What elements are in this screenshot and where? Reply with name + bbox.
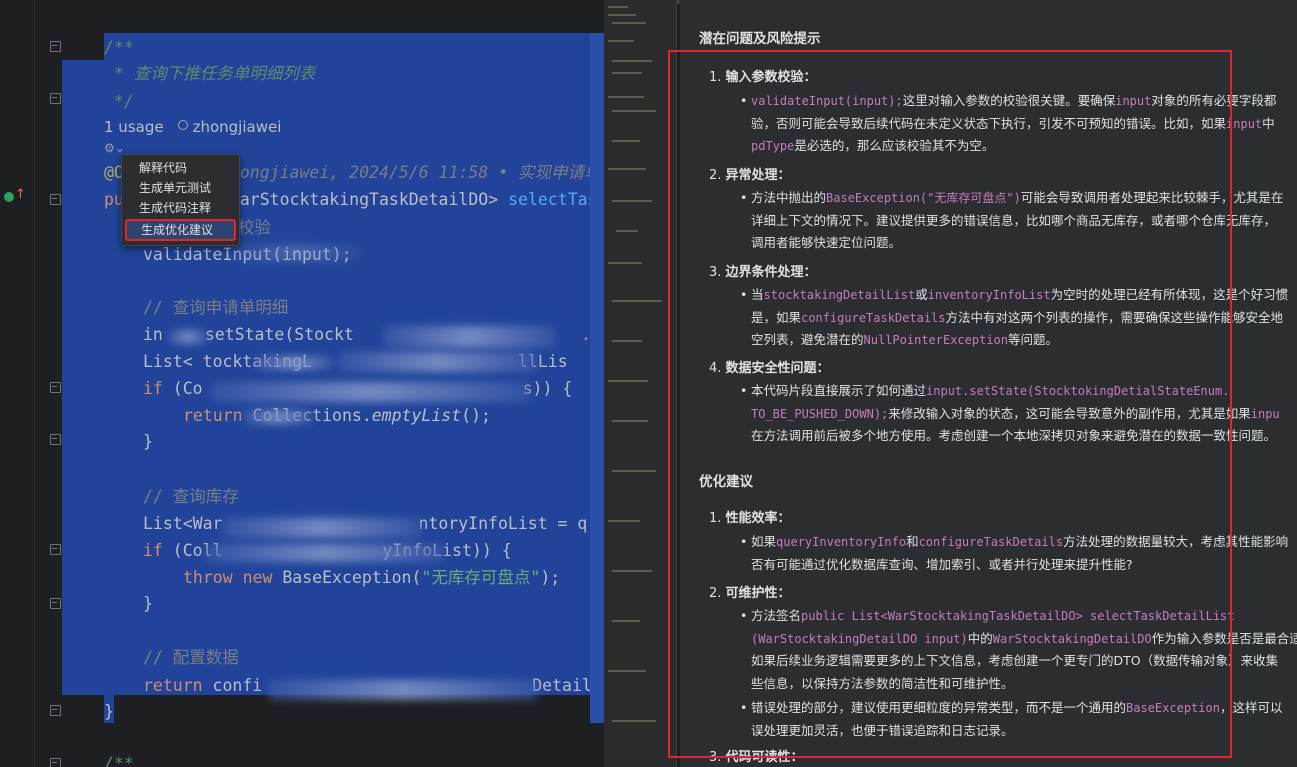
code-line: * 查询下推任务单明细列表: [104, 64, 315, 84]
usage-hint[interactable]: 1 usage zhongjiawei: [104, 118, 281, 136]
code-line: // 查询库存: [143, 487, 239, 506]
list-item-number: 4. 数据安全性问题：: [709, 361, 830, 376]
context-menu: 解释代码 生成单元测试 生成代码注释 生成优化建议: [121, 154, 240, 246]
return-type: arStocktakingTaskDetailDO>: [239, 190, 509, 209]
editor-scrollbar-highlight[interactable]: [590, 33, 604, 723]
fold-marker-icon[interactable]: [50, 598, 61, 609]
keyword: if: [143, 379, 163, 398]
fold-marker-icon[interactable]: [50, 434, 61, 445]
list-item-number: 3. 边界条件处理：: [709, 265, 817, 280]
method-call: emptyList: [371, 406, 462, 425]
list-item: • 本代码片段直接展示了如何通过input.setState(Stocktokin…: [740, 383, 1280, 443]
opt-heading: 可维护性：: [725, 586, 791, 601]
redacted-region: [254, 356, 334, 370]
code-line: throw new BaseException("无库存可盘点");: [183, 568, 560, 588]
usage-count[interactable]: 1 usage: [104, 118, 164, 136]
list-item-number: 3. 代码可读性：: [709, 750, 804, 765]
menu-item-generate-comments[interactable]: 生成代码注释: [122, 198, 239, 218]
list-item-number: 2. 异常处理：: [709, 168, 791, 183]
opt-heading: 性能效率：: [725, 511, 791, 526]
code-token: confi: [202, 676, 263, 695]
panel-title: 潜在问题及风险提示: [699, 31, 821, 47]
menu-item-explain-code[interactable]: 解释代码: [122, 158, 239, 178]
doc-comment-text: * 查询下推任务单明细列表: [104, 64, 316, 83]
usage-author: zhongjiawei: [192, 118, 282, 136]
ai-assistant-icon[interactable]: ⚙⌄: [104, 141, 125, 155]
code-line: // 配置数据: [143, 648, 239, 667]
fold-marker-icon[interactable]: [50, 758, 61, 767]
code-line: 校验: [238, 218, 271, 238]
list-item-number: 2. 可维护性：: [709, 586, 791, 601]
code-editor[interactable]: ↑ /** * 查询下推任务单明细列表 */ 1 usage zhongjiawe…: [0, 0, 604, 767]
keyword: return: [143, 676, 203, 695]
selection-highlight: [104, 33, 604, 63]
list-item: • 当stocktakingDetailList或inventoryInfoLis…: [740, 287, 1289, 347]
code-line: }: [143, 432, 153, 451]
string-literal: "无库存可盘点": [421, 568, 541, 587]
code-token: setState(Stockt: [204, 325, 354, 344]
fold-marker-icon[interactable]: [50, 705, 61, 716]
fold-marker-icon[interactable]: [50, 194, 61, 205]
redacted-region: [210, 382, 530, 402]
risk-heading: 输入参数校验：: [725, 70, 817, 85]
code-line: // 查询申请单明细: [143, 298, 289, 317]
redacted-region: [168, 330, 208, 344]
fold-marker-icon[interactable]: [50, 544, 61, 555]
code-token: List<War: [143, 514, 223, 533]
risk-heading: 异常处理：: [725, 168, 791, 183]
risk-heading: 数据安全性问题：: [725, 361, 830, 376]
code-token: ();: [461, 406, 491, 425]
keyword: throw: [183, 568, 233, 587]
code-minimap[interactable]: [604, 0, 677, 767]
code-line: /**: [104, 38, 134, 57]
keyword: new: [242, 568, 273, 587]
list-item: • validateInput(input);这里对输入参数的校验很关键。要确保i…: [740, 93, 1277, 153]
code-line: }: [104, 702, 114, 721]
user-icon: [177, 120, 188, 130]
fold-marker-icon[interactable]: [50, 382, 61, 393]
ai-suggestion-panel[interactable]: 潜在问题及风险提示 1. 输入参数校验： • validateInput(inpu…: [680, 0, 1297, 767]
keyword: if: [143, 541, 163, 560]
code-token: in: [143, 325, 163, 344]
fold-marker-icon[interactable]: [50, 41, 61, 52]
gutter-divider: [34, 0, 35, 767]
redacted-region: [222, 518, 422, 538]
list-item: • 错误处理的部分，建议使用更细粒度的异常类型，而不是一个通用的BaseExcep…: [740, 700, 1283, 738]
risk-heading: 边界条件处理：: [725, 265, 817, 280]
menu-item-generate-optimization[interactable]: 生成优化建议: [125, 219, 236, 241]
code-token: s)) {: [522, 379, 573, 398]
redacted-region: [382, 326, 556, 348]
list-item: • 方法中抛出的BaseException("无库存可盘点")可能会导致调用者处理…: [740, 190, 1284, 250]
menu-item-generate-unit-test[interactable]: 生成单元测试: [122, 178, 239, 198]
override-arrow-icon[interactable]: ↑: [15, 188, 26, 201]
opt-heading: 代码可读性：: [725, 750, 804, 765]
code-comment: 校验: [238, 218, 271, 237]
list-item: • 方法签名public List<WarStocktakingTaskDetai…: [740, 608, 1297, 691]
fold-marker-icon[interactable]: [50, 93, 61, 104]
list-item-number: 1. 输入参数校验：: [709, 70, 817, 85]
code-line: */: [104, 92, 134, 111]
keyword: return: [183, 406, 243, 425]
code-token: );: [540, 568, 561, 587]
code-token: List<: [143, 352, 193, 371]
code-line: /**: [104, 754, 134, 767]
list-item-number: 1. 性能效率：: [709, 511, 791, 526]
code-token: (Co: [162, 379, 203, 398]
list-item: • 如果queryInventoryInfo和configureTaskDetai…: [740, 534, 1289, 572]
redacted-region: [268, 680, 538, 700]
redacted-region: [205, 544, 445, 562]
git-blame-hint: ongjiawei, 2024/5/6 11:58 • 实现申请单: [239, 163, 601, 182]
redacted-region: [230, 245, 360, 261]
editor-gutter: ↑: [0, 0, 62, 767]
redacted-region: [243, 410, 313, 424]
code-line: }: [143, 594, 153, 613]
implementation-marker-icon[interactable]: [4, 192, 14, 202]
section-heading: 优化建议: [699, 474, 753, 490]
code-line: return Collections.emptyList();: [183, 406, 491, 426]
redacted-region: [338, 352, 538, 372]
code-token: BaseException(: [272, 568, 422, 587]
code-token: ntoryInfoList = q: [418, 514, 588, 533]
